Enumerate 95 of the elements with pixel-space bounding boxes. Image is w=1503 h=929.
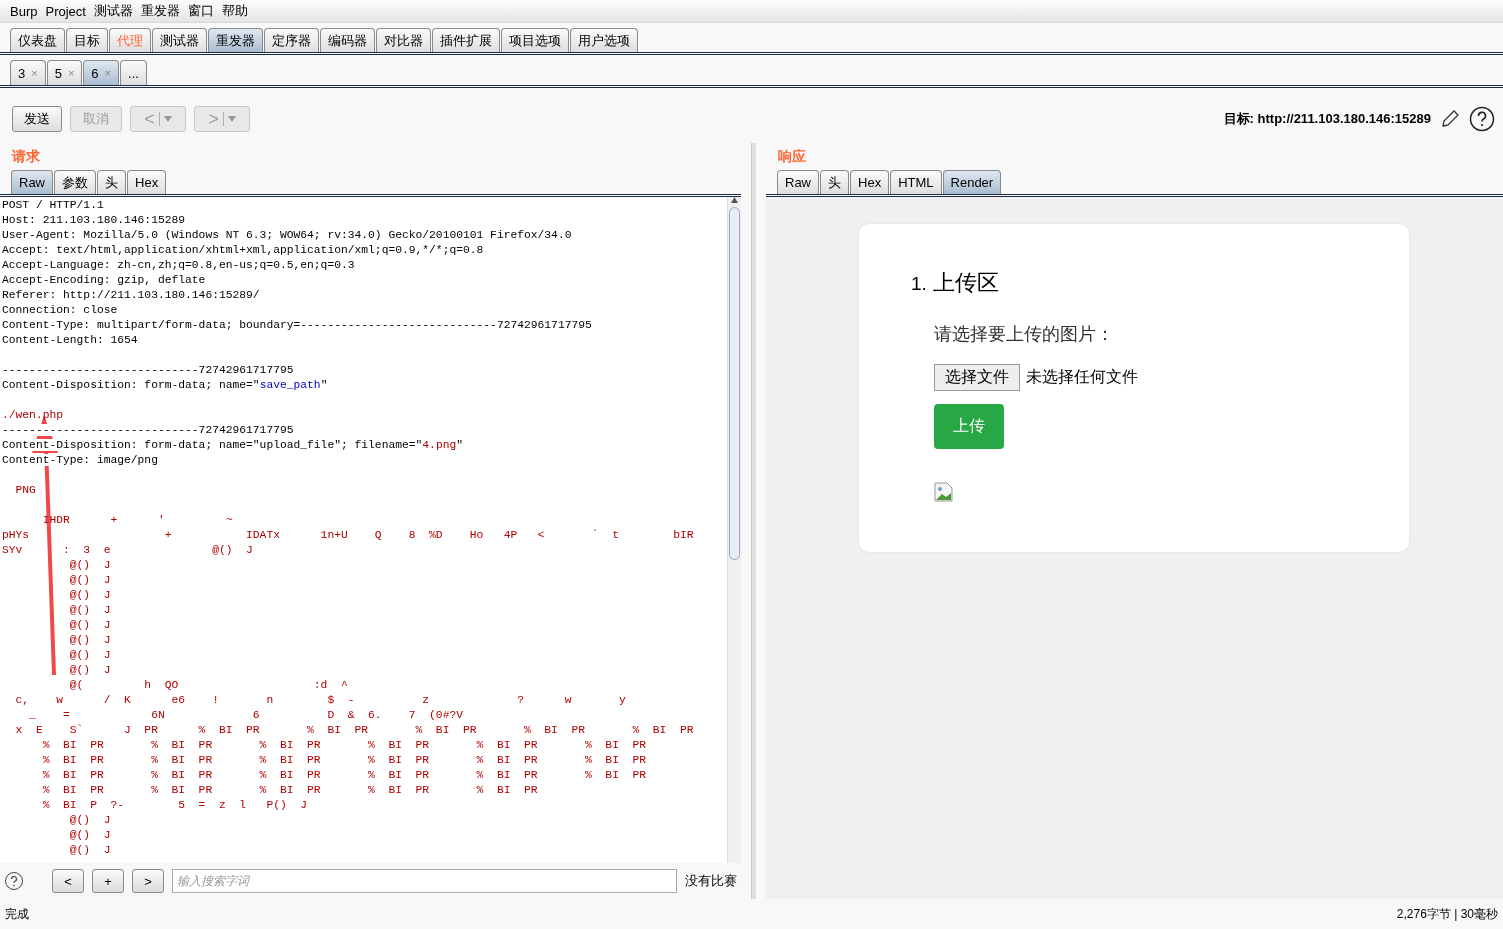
prompt-text: 请选择要上传的图片： — [934, 323, 1115, 346]
tab[interactable]: 目标 — [66, 28, 108, 52]
search-field[interactable]: 输入搜索字词 — [172, 869, 677, 893]
code-text: save_path — [259, 379, 321, 391]
tab[interactable]: 头 — [97, 170, 126, 194]
code-text: _ = 6N 6 D & 6. 7 (0#?V — [28, 709, 463, 721]
tab[interactable]: HTML — [890, 170, 942, 194]
search-nav-button[interactable]: > — [132, 869, 164, 893]
tab[interactable]: Raw — [11, 170, 53, 194]
menu-item[interactable]: 帮助 — [221, 2, 248, 20]
target-label: 目标: http://211.103.180.146:15289 — [1223, 110, 1431, 128]
code-text: Accept-Encoding: gzip, deflate — [2, 274, 206, 286]
code-text: ./wen.php — [2, 409, 63, 421]
code-text: Accept: text/html,application/xhtml+xml,application/xml;q=0.9,*/*;q=0.8 — [2, 244, 484, 256]
status-text: 完成 — [5, 905, 29, 923]
caret-icon — [227, 116, 236, 122]
code-text: @() J — [68, 844, 111, 856]
code-text: @() J — [68, 814, 111, 826]
code-text: SYv : 3 e @() J — [2, 544, 253, 556]
help-icon[interactable] — [4, 871, 24, 891]
heading-number: 1. — [911, 273, 927, 295]
tab[interactable]: Render — [942, 170, 1002, 194]
tab[interactable]: 参数 — [54, 170, 96, 194]
search-nav-button[interactable]: + — [92, 869, 124, 893]
code-text: @() J — [68, 574, 111, 586]
menu-item[interactable]: 重发器 — [140, 2, 180, 20]
code-text: pHYs + IDATx 1n+U Q 8 %D Ho 4P < ` t bIR — [2, 529, 694, 541]
scrollbar[interactable] — [727, 197, 741, 863]
code-text: @() J — [68, 619, 111, 631]
code-text: % BI P ?- 5 = z l P() J — [41, 799, 308, 811]
tab[interactable]: 对比器 — [376, 28, 431, 52]
code-text: Accept-Language: zh-cn,zh;q=0.8,en-us;q=0.5,en;q=0.3 — [2, 259, 355, 271]
panel-title: 请求 — [11, 146, 41, 166]
code-text: Connection: close — [2, 304, 118, 316]
code-text: Host: 211.103.180.146:15289 — [2, 214, 186, 226]
menu-item[interactable]: Burp — [10, 3, 38, 19]
file-status: 未选择任何文件 — [1026, 367, 1138, 387]
menu-item[interactable]: 窗口 — [187, 2, 214, 20]
code-text: % BI PR % BI PR % BI PR % BI PR % BI PR % BI PR — [41, 769, 647, 781]
tab[interactable]: 插件扩展 — [432, 28, 500, 52]
search-nav-button[interactable]: < — [52, 869, 84, 893]
code-text: Content-Disposition: form-data; name="upload_file"; filename=" — [2, 439, 423, 451]
tab[interactable]: 5 × — [46, 60, 83, 85]
code-text: @() J — [68, 829, 111, 841]
code-text: x E S` J PR % BI PR % BI PR % BI PR % BI PR % BI PR — [14, 724, 694, 736]
tab[interactable]: ... — [120, 60, 147, 85]
match-status: 没有比赛 — [685, 872, 737, 890]
tab[interactable]: 3 × — [10, 60, 46, 85]
code-text: @( h QO :d ^ — [68, 679, 348, 691]
code-text: @() J — [68, 589, 111, 601]
code-text: Content-Type: image/png — [2, 454, 158, 466]
code-text: @() J — [68, 664, 111, 676]
code-text: -----------------------------72742961717795 — [2, 424, 294, 436]
menu-item[interactable]: 测试器 — [93, 2, 133, 20]
status-info: 2,276字节 | 30毫秒 — [1396, 905, 1498, 923]
panel-title: 响应 — [777, 146, 807, 166]
code-text: Content-Type: multipart/form-data; boundary=-----------------------------72742961717795 — [2, 319, 592, 331]
code-text: @() J — [68, 649, 111, 661]
tab[interactable]: 定序器 — [264, 28, 319, 52]
code-text: % BI PR % BI PR % BI PR % BI PR % BI PR % BI PR — [41, 754, 647, 766]
code-text: @() J — [68, 634, 111, 646]
caret-icon — [163, 116, 172, 122]
tab[interactable]: 项目选项 — [501, 28, 569, 52]
code-text: Referer: http://211.103.180.146:15289/ — [2, 289, 260, 301]
code-text: 4.png — [422, 439, 457, 451]
code-text: @() J — [68, 559, 111, 571]
menu-item[interactable]: Project — [45, 3, 86, 19]
tab[interactable]: 测试器 — [152, 28, 207, 52]
code-text: @() J — [68, 604, 111, 616]
tab[interactable]: 用户选项 — [570, 28, 638, 52]
code-text: PNG — [14, 484, 36, 496]
request-editor[interactable] — [0, 197, 741, 863]
send-button[interactable]: 发送 — [12, 106, 62, 132]
tab[interactable]: 编码器 — [320, 28, 375, 52]
tab[interactable]: Hex — [850, 170, 890, 194]
tab[interactable]: 6 × — [83, 60, 119, 85]
code-text: Content-Length: 1654 — [2, 334, 138, 346]
code-text: User-Agent: Mozilla/5.0 (Windows NT 6.3; WOW64; rv:34.0) Gecko/20100101 Firefox/34.0 — [2, 229, 572, 241]
code-text: POST / HTTP/1.1 — [2, 199, 104, 211]
help-icon[interactable] — [1469, 106, 1495, 132]
broken-image-icon — [934, 482, 954, 502]
code-text: -----------------------------72742961717795 — [2, 364, 294, 376]
tab[interactable]: 重发器 — [208, 28, 263, 52]
tab[interactable]: Raw — [777, 170, 819, 194]
code-text: % BI PR % BI PR % BI PR % BI PR % BI PR % BI PR — [41, 739, 647, 751]
scroll-up-icon[interactable] — [731, 197, 738, 203]
tab[interactable]: 头 — [820, 170, 849, 194]
code-text: % BI PR % BI PR % BI PR % BI PR % BI PR — [41, 784, 538, 796]
heading: 上传区 — [932, 269, 999, 297]
choose-file-button[interactable]: 选择文件 — [934, 364, 1020, 391]
tab[interactable]: 仪表盘 — [10, 28, 65, 52]
code-text: Content-Disposition: form-data; name=" — [2, 379, 260, 391]
pencil-icon[interactable] — [1439, 108, 1461, 130]
tab[interactable]: Hex — [127, 170, 167, 194]
code-text: c, w / K e6 ! n $ - z ? w y — [14, 694, 626, 706]
